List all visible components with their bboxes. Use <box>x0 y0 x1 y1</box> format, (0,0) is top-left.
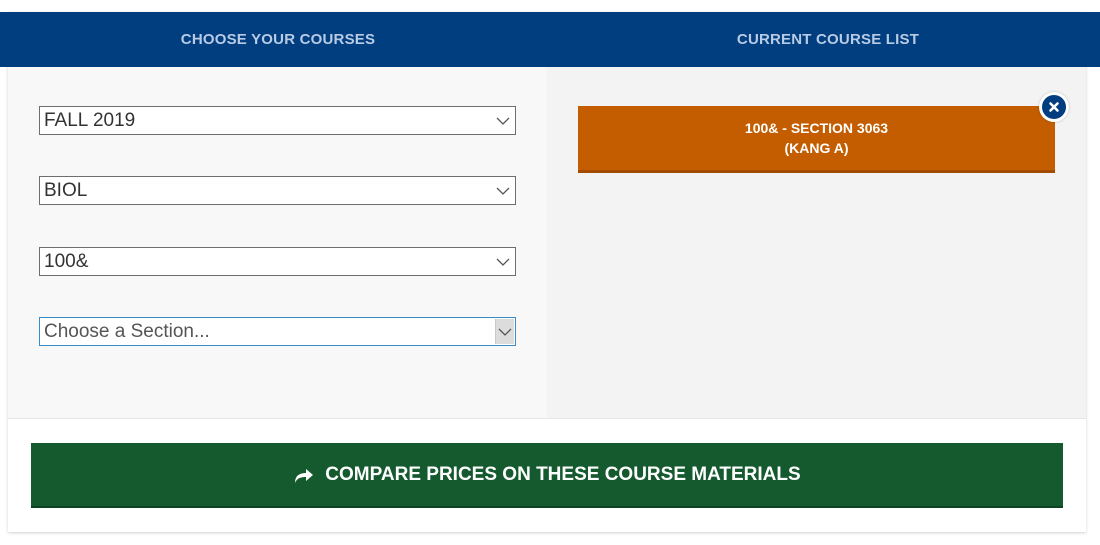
compare-prices-button[interactable]: COMPARE PRICES ON THESE COURSE MATERIALS <box>31 443 1063 508</box>
remove-course-button[interactable] <box>1039 92 1069 122</box>
section-select[interactable]: Choose a Section... <box>39 317 516 346</box>
top-strip <box>0 0 1100 12</box>
department-select[interactable]: BIOL <box>39 176 516 205</box>
course-list-item: 100& - SECTION 3063 (KANG A) <box>578 106 1055 173</box>
department-select-value: BIOL <box>44 179 88 201</box>
chevron-down-icon <box>496 258 510 266</box>
share-arrow-icon <box>295 468 314 483</box>
compare-prices-label: COMPARE PRICES ON THESE COURSE MATERIALS <box>325 463 801 485</box>
chevron-down-icon <box>498 328 512 336</box>
course-item-title: 100& - SECTION 3063 <box>744 120 889 136</box>
tab-choose-courses: CHOOSE YOUR COURSES <box>0 12 556 79</box>
choose-courses-panel: FALL 2019 BIOL 100& Choose a Section... <box>8 67 547 418</box>
section-select-placeholder: Choose a Section... <box>44 320 210 342</box>
header-bar: CHOOSE YOUR COURSES CURRENT COURSE LIST <box>0 12 1100 79</box>
tab-current-course-list: CURRENT COURSE LIST <box>556 12 1100 79</box>
chevron-down-icon <box>496 117 510 125</box>
divider <box>8 418 1086 419</box>
term-select-value: FALL 2019 <box>44 109 136 131</box>
course-selector-widget: CHOOSE YOUR COURSES CURRENT COURSE LIST … <box>0 12 1100 532</box>
course-item-instructor: (KANG A) <box>784 140 849 156</box>
term-select[interactable]: FALL 2019 <box>39 106 516 135</box>
course-select-value: 100& <box>44 250 89 272</box>
close-icon <box>1042 95 1066 119</box>
course-select[interactable]: 100& <box>39 247 516 276</box>
chevron-down-icon <box>496 187 510 195</box>
current-course-list-panel: 100& - SECTION 3063 (KANG A) <box>547 67 1086 418</box>
tab-current-course-list-label: CURRENT COURSE LIST <box>736 31 920 48</box>
tab-choose-courses-label: CHOOSE YOUR COURSES <box>180 31 376 48</box>
